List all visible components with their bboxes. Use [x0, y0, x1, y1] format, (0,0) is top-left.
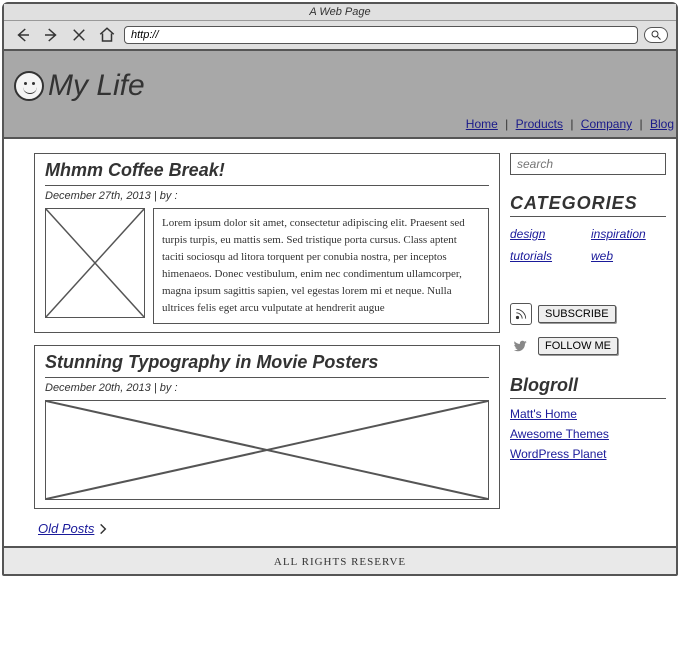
divider: [45, 377, 489, 378]
category-link[interactable]: tutorials: [510, 249, 585, 263]
post: Stunning Typography in Movie Posters Dec…: [34, 345, 500, 509]
image-placeholder: [45, 400, 489, 500]
go-button[interactable]: [644, 27, 668, 43]
post-date: December 20th, 2013: [45, 382, 151, 394]
stop-button[interactable]: [68, 25, 90, 45]
site-title: My Life: [48, 69, 145, 103]
arrow-right-icon: [42, 26, 60, 44]
main-nav: Home | Products | Company | Blog: [466, 117, 674, 131]
forward-button[interactable]: [40, 25, 62, 45]
old-posts-link[interactable]: Old Posts: [38, 521, 500, 536]
nav-home[interactable]: Home: [466, 117, 498, 131]
post-meta: December 20th, 2013 | by :: [45, 382, 489, 394]
close-icon: [70, 26, 88, 44]
post-date: December 27th, 2013: [45, 190, 151, 202]
image-placeholder: [45, 208, 145, 318]
post-excerpt: Lorem ipsum dolor sit amet, consectetur …: [153, 208, 489, 324]
footer: ALL RIGHTS RESERVE: [4, 548, 676, 574]
post-title: Stunning Typography in Movie Posters: [45, 352, 489, 375]
blogroll-link[interactable]: WordPress Planet: [510, 447, 666, 461]
nav-products[interactable]: Products: [516, 117, 563, 131]
old-posts-label: Old Posts: [38, 521, 94, 536]
nav-blog[interactable]: Blog: [650, 117, 674, 131]
sidebar: CATEGORIES design inspiration tutorials …: [510, 153, 666, 538]
divider: [45, 185, 489, 186]
arrow-left-icon: [14, 26, 32, 44]
blogroll-list: Matt's Home Awesome Themes WordPress Pla…: [510, 407, 666, 461]
category-link[interactable]: web: [591, 249, 666, 263]
category-link[interactable]: design: [510, 227, 585, 241]
nav-company[interactable]: Company: [581, 117, 632, 131]
site-header: My Life Home | Products | Company | Blog: [4, 51, 676, 139]
chevron-right-icon: [96, 522, 110, 536]
nav-sep: |: [570, 117, 573, 131]
follow-button[interactable]: FOLLOW ME: [538, 337, 618, 355]
rss-icon: [510, 303, 532, 325]
post-body: Lorem ipsum dolor sit amet, consectetur …: [45, 208, 489, 324]
blogroll-link[interactable]: Awesome Themes: [510, 427, 666, 441]
main-column: Mhmm Coffee Break! December 27th, 2013 |…: [34, 153, 500, 538]
blogroll-link[interactable]: Matt's Home: [510, 407, 666, 421]
post-author-prefix: by :: [160, 382, 178, 394]
subscribe-button[interactable]: SUBSCRIBE: [538, 305, 616, 323]
category-link[interactable]: inspiration: [591, 227, 666, 241]
smiley-icon: [14, 71, 44, 101]
footer-text: ALL RIGHTS RESERVE: [274, 556, 406, 568]
nav-sep: |: [640, 117, 643, 131]
follow-row: FOLLOW ME: [510, 335, 666, 357]
home-icon: [98, 26, 116, 44]
twitter-icon: [510, 335, 532, 357]
placeholder-x-icon: [46, 209, 144, 317]
page: My Life Home | Products | Company | Blog…: [4, 51, 676, 574]
browser-window: A Web Page My Life Home | Produ: [2, 2, 678, 576]
categories-list: design inspiration tutorials web: [510, 227, 666, 263]
logo: My Life: [14, 69, 666, 103]
excerpt-text: Lorem ipsum dolor sit amet, consectetur …: [162, 217, 465, 314]
post-title: Mhmm Coffee Break!: [45, 160, 489, 183]
nav-sep: |: [505, 117, 508, 131]
post-author-prefix: by :: [160, 190, 178, 202]
placeholder-x-icon: [46, 401, 488, 499]
post: Mhmm Coffee Break! December 27th, 2013 |…: [34, 153, 500, 333]
content: Mhmm Coffee Break! December 27th, 2013 |…: [4, 139, 676, 548]
address-bar[interactable]: [124, 26, 638, 44]
back-button[interactable]: [12, 25, 34, 45]
browser-title: A Web Page: [4, 4, 676, 21]
blogroll-heading: Blogroll: [510, 375, 666, 399]
categories-heading: CATEGORIES: [510, 193, 666, 217]
subscribe-area: SUBSCRIBE FOLLOW ME: [510, 303, 666, 357]
subscribe-row: SUBSCRIBE: [510, 303, 666, 325]
browser-toolbar: [4, 21, 676, 51]
search-icon: [650, 29, 662, 41]
search-input[interactable]: [510, 153, 666, 175]
post-meta: December 27th, 2013 | by :: [45, 190, 489, 202]
home-button[interactable]: [96, 25, 118, 45]
